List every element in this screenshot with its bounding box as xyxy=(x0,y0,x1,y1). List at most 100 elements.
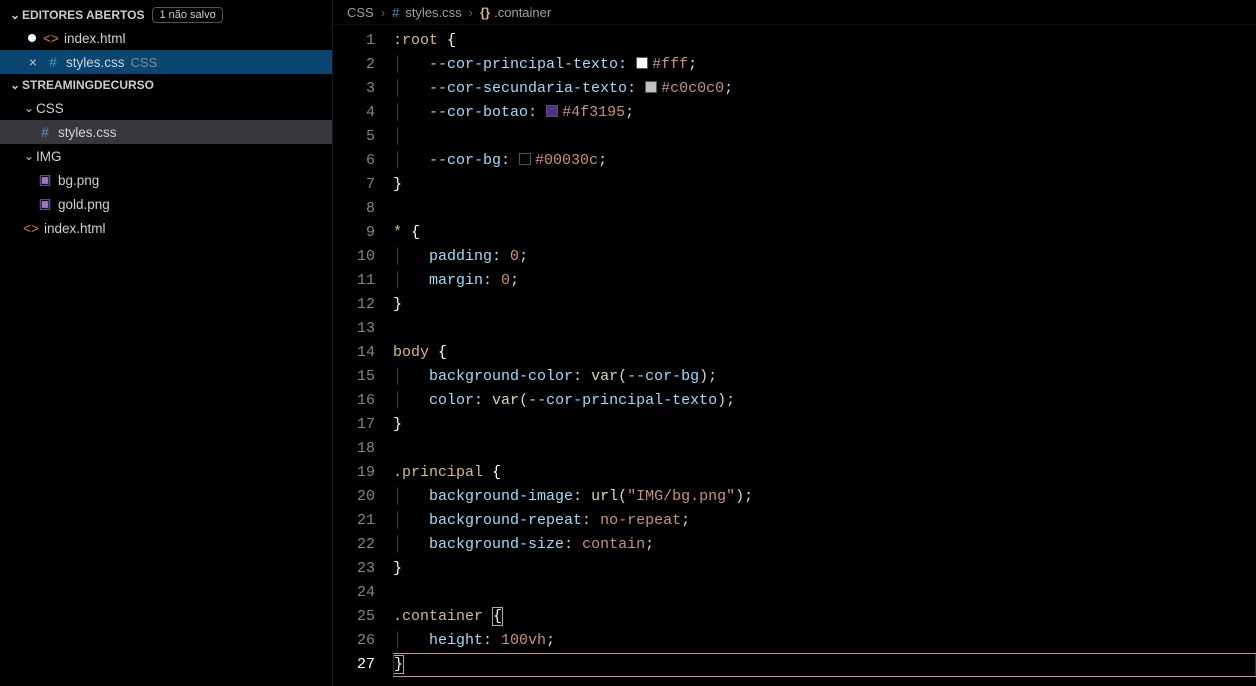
code-line[interactable]: │ xyxy=(393,125,1256,149)
token-prop: padding xyxy=(429,248,492,265)
line-number: 16 xyxy=(333,389,375,413)
file-item[interactable]: #styles.css xyxy=(0,120,332,144)
code-line[interactable]: body { xyxy=(393,341,1256,365)
token-prop: --cor-botao xyxy=(429,104,528,121)
project-header[interactable]: ⌄ STREAMINGDECURSO xyxy=(0,74,332,96)
file-item[interactable]: <>index.html xyxy=(0,216,332,240)
line-number: 10 xyxy=(333,245,375,269)
line-number: 25 xyxy=(333,605,375,629)
token-guide: │ xyxy=(393,368,429,385)
token-func: var xyxy=(492,392,519,409)
token-punct: : xyxy=(501,152,519,169)
code-line[interactable]: } xyxy=(393,557,1256,581)
open-editors-header[interactable]: ⌄ EDITORES ABERTOS 1 não salvo xyxy=(0,4,332,26)
color-swatch-icon[interactable] xyxy=(546,105,558,117)
open-editor-item[interactable]: <>index.html xyxy=(0,26,332,50)
token-var: --cor-principal-texto xyxy=(528,392,717,409)
token-sel: .container xyxy=(393,608,492,625)
token-guide: │ xyxy=(393,152,429,169)
code-line[interactable]: :root { xyxy=(393,29,1256,53)
file-item[interactable]: ▣bg.png xyxy=(0,168,332,192)
image-file-icon: ▣ xyxy=(36,196,54,212)
code-line[interactable]: * { xyxy=(393,221,1256,245)
color-swatch-icon[interactable] xyxy=(636,57,648,69)
token-sel: .principal xyxy=(393,464,492,481)
code-line[interactable]: │ background-repeat: no-repeat; xyxy=(393,509,1256,533)
line-number: 4 xyxy=(333,101,375,125)
code-line[interactable] xyxy=(393,437,1256,461)
token-sel: body xyxy=(393,344,438,361)
token-brace: { xyxy=(447,32,456,49)
color-swatch-icon[interactable] xyxy=(645,81,657,93)
html-file-icon: <> xyxy=(22,221,40,236)
gutter: 1234567891011121314151617181920212223242… xyxy=(333,25,393,686)
token-punct: ); xyxy=(717,392,735,409)
breadcrumb-item[interactable]: CSS xyxy=(347,5,374,20)
breadcrumb-item[interactable]: #styles.css xyxy=(392,5,462,20)
color-swatch-icon[interactable] xyxy=(519,153,531,165)
file-label: bg.png xyxy=(58,173,99,188)
folder-item[interactable]: ⌄IMG xyxy=(0,144,332,168)
token-guide: │ xyxy=(393,488,429,505)
html-file-icon: <> xyxy=(42,31,60,46)
open-editors-list: <>index.html×#styles.cssCSS xyxy=(0,26,332,74)
code-line[interactable]: │ --cor-bg: #00030c; xyxy=(393,149,1256,173)
code-line[interactable]: } xyxy=(393,653,1256,677)
css-file-icon: # xyxy=(44,55,62,70)
modified-dot-icon xyxy=(28,34,36,42)
code-line[interactable]: .principal { xyxy=(393,461,1256,485)
token-guide: │ xyxy=(393,248,429,265)
breadcrumb-item[interactable]: {}.container xyxy=(480,5,551,20)
bracket-match-highlight: } xyxy=(393,655,404,674)
token-brace: { xyxy=(492,464,501,481)
open-editor-item[interactable]: ×#styles.cssCSS xyxy=(0,50,332,74)
token-val: 0 xyxy=(501,272,510,289)
token-punct: ; xyxy=(688,56,697,73)
code-line[interactable]: │ margin: 0; xyxy=(393,269,1256,293)
token-punct: ; xyxy=(681,512,690,529)
code-line[interactable]: │ padding: 0; xyxy=(393,245,1256,269)
code-area[interactable]: :root {│ --cor-principal-texto: #fff;│ -… xyxy=(393,25,1256,686)
code-line[interactable] xyxy=(393,197,1256,221)
token-prop: background-color xyxy=(429,368,573,385)
token-punct: : xyxy=(573,368,591,385)
line-number: 19 xyxy=(333,461,375,485)
code-line[interactable]: │ color: var(--cor-principal-texto); xyxy=(393,389,1256,413)
editor[interactable]: 1234567891011121314151617181920212223242… xyxy=(333,25,1256,686)
breadcrumb-label: CSS xyxy=(347,5,374,20)
code-line[interactable]: │ background-image: url("IMG/bg.png"); xyxy=(393,485,1256,509)
chevron-down-icon: ⌄ xyxy=(22,101,36,115)
token-prop: margin xyxy=(429,272,483,289)
code-line[interactable]: │ --cor-botao: #4f3195; xyxy=(393,101,1256,125)
code-line[interactable] xyxy=(393,317,1256,341)
token-punct: ; xyxy=(625,104,634,121)
code-line[interactable]: │ background-size: contain; xyxy=(393,533,1256,557)
code-line[interactable]: │ background-color: var(--cor-bg); xyxy=(393,365,1256,389)
code-line[interactable]: .container { xyxy=(393,605,1256,629)
breadcrumbs[interactable]: CSS›#styles.css›{}.container xyxy=(333,0,1256,25)
token-brace: { xyxy=(493,608,502,625)
line-number: 5 xyxy=(333,125,375,149)
token-brace: } xyxy=(393,176,402,193)
main-editor-area: CSS›#styles.css›{}.container 12345678910… xyxy=(333,0,1256,686)
token-guide: │ xyxy=(393,536,429,553)
folder-item[interactable]: ⌄CSS xyxy=(0,96,332,120)
css-rule-icon: {} xyxy=(480,5,490,20)
token-brace: } xyxy=(393,416,402,433)
close-icon[interactable]: × xyxy=(26,55,40,70)
code-line[interactable]: │ --cor-principal-texto: #fff; xyxy=(393,53,1256,77)
token-punct: : xyxy=(483,272,501,289)
code-line[interactable]: │ --cor-secundaria-texto: #c0c0c0; xyxy=(393,77,1256,101)
token-brace: { xyxy=(438,344,447,361)
token-prop: background-repeat xyxy=(429,512,582,529)
file-item[interactable]: ▣gold.png xyxy=(0,192,332,216)
token-sel: :root xyxy=(393,32,447,49)
token-brace: { xyxy=(411,224,420,241)
token-brace: } xyxy=(393,560,402,577)
code-line[interactable]: } xyxy=(393,413,1256,437)
code-line[interactable]: } xyxy=(393,293,1256,317)
code-line[interactable] xyxy=(393,581,1256,605)
line-number: 26 xyxy=(333,629,375,653)
code-line[interactable]: } xyxy=(393,173,1256,197)
code-line[interactable]: │ height: 100vh; xyxy=(393,629,1256,653)
